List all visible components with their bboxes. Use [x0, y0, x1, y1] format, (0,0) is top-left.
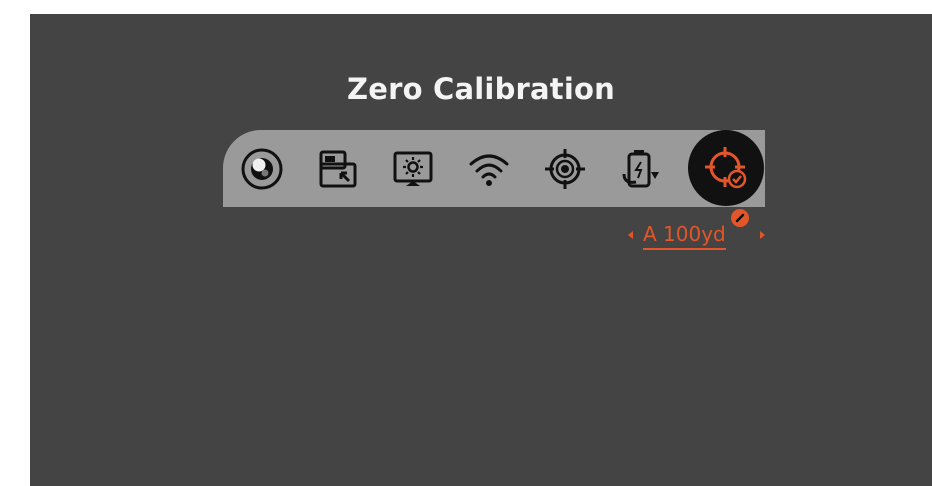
display-brightness-button[interactable] [383, 130, 443, 207]
wifi-button[interactable] [459, 130, 519, 207]
battery-charge-icon [622, 149, 659, 187]
picture-in-picture-button[interactable] [308, 130, 368, 207]
image-mode-icon [241, 148, 283, 189]
previous-arrow-icon[interactable] [628, 231, 633, 239]
device-screen: Zero Calibration A 100yd [30, 14, 932, 486]
zero-profile-selector: A 100yd [625, 209, 775, 254]
menu-toolbar [223, 130, 765, 207]
reticle-icon [545, 148, 585, 189]
zero-profile-label[interactable]: A 100yd [643, 220, 726, 250]
next-arrow-icon[interactable] [760, 231, 765, 239]
page-title: Zero Calibration [347, 72, 615, 106]
wifi-icon [469, 154, 509, 186]
zero-calibration-icon [705, 147, 747, 189]
reticle-button[interactable] [535, 130, 595, 207]
pencil-icon[interactable] [731, 209, 749, 227]
zero-calibration-button[interactable] [688, 130, 764, 206]
image-mode-button[interactable] [232, 130, 292, 207]
picture-in-picture-icon [319, 150, 357, 187]
display-brightness-icon [393, 151, 433, 186]
battery-charge-button[interactable] [611, 130, 671, 207]
